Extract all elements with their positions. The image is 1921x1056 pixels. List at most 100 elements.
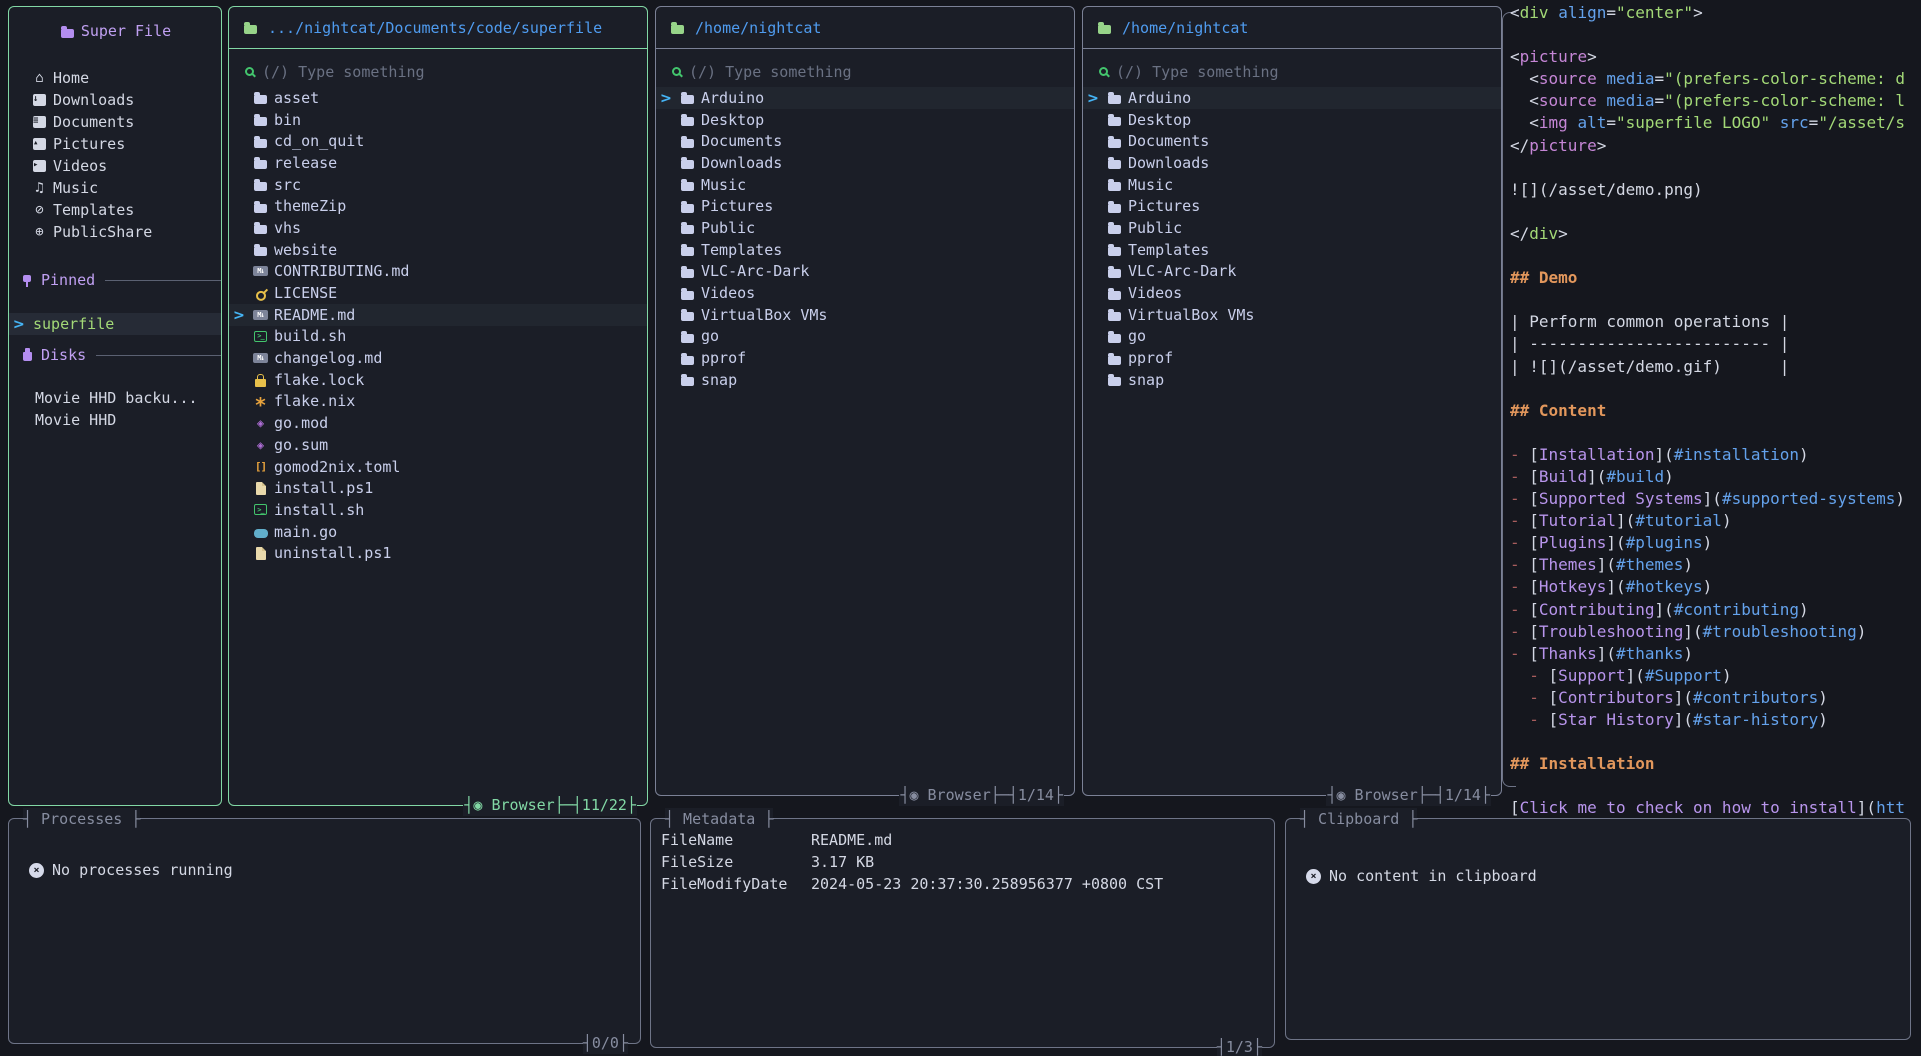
preview-line: </picture> — [1510, 135, 1921, 157]
file-row[interactable]: themeZip — [229, 195, 647, 217]
file-name: go.mod — [274, 414, 328, 432]
app-title: Super File — [81, 22, 171, 40]
file-row[interactable]: Templates — [1083, 239, 1501, 261]
file-row[interactable]: go — [1083, 326, 1501, 348]
sidebar-panel: Super File ⌂Home↓Downloads≡Documents▴Pic… — [8, 6, 222, 806]
file-row[interactable]: VLC-Arc-Dark — [1083, 261, 1501, 283]
sidebar-item-music[interactable]: ♫Music — [9, 177, 221, 199]
preview-line — [1510, 422, 1921, 444]
search-placeholder: (/) Type something — [689, 63, 852, 81]
nix-icon: * — [252, 393, 269, 409]
file-row[interactable]: ◈go.sum — [229, 434, 647, 456]
file-row[interactable]: Templates — [656, 239, 1074, 261]
folder-icon — [252, 112, 269, 128]
file-row[interactable]: flake.lock — [229, 369, 647, 391]
pinned-item-superfile[interactable]: >superfile — [9, 313, 221, 335]
sidebar-item-downloads[interactable]: ↓Downloads — [9, 89, 221, 111]
file-name: bin — [274, 111, 301, 129]
disk-item[interactable]: Movie HHD backu... — [9, 387, 221, 409]
metadata-title: ┤ Metadata ├ — [665, 808, 773, 830]
file-row[interactable]: Desktop — [1083, 109, 1501, 131]
sidebar-item-documents[interactable]: ≡Documents — [9, 111, 221, 133]
file-row[interactable]: snap — [1083, 369, 1501, 391]
preview-line: - [Plugins](#plugins) — [1510, 532, 1921, 554]
file-name: changelog.md — [274, 349, 382, 367]
file-row[interactable]: go — [656, 326, 1074, 348]
file-row[interactable]: pprof — [1083, 347, 1501, 369]
file-row[interactable]: VLC-Arc-Dark — [656, 261, 1074, 283]
file-row[interactable]: asset — [229, 87, 647, 109]
disk-item[interactable]: Movie HHD — [9, 409, 221, 431]
file-row[interactable]: Public — [1083, 217, 1501, 239]
brackets-icon: [] — [252, 459, 269, 475]
file-row[interactable]: release — [229, 152, 647, 174]
app-title-row: Super File — [9, 19, 221, 43]
home-icon: ⌂ — [31, 70, 48, 86]
sidebar-item-publicshare[interactable]: ⊕PublicShare — [9, 221, 221, 243]
file-name: Templates — [1128, 241, 1209, 259]
pinned-item-label: superfile — [33, 315, 114, 333]
file-row[interactable]: install.ps1 — [229, 477, 647, 499]
file-row[interactable]: LICENSE — [229, 282, 647, 304]
file-name: Desktop — [701, 111, 764, 129]
file-row[interactable]: Music — [1083, 174, 1501, 196]
file-row[interactable]: Pictures — [656, 195, 1074, 217]
file-row[interactable]: ◈go.mod — [229, 412, 647, 434]
file-row[interactable]: Videos — [656, 282, 1074, 304]
file-row[interactable]: src — [229, 174, 647, 196]
file-row[interactable]: Music — [656, 174, 1074, 196]
folder-icon — [252, 198, 269, 214]
file-row[interactable]: >M↓README.md — [229, 304, 647, 326]
file-name: Pictures — [701, 197, 773, 215]
file-row[interactable]: Documents — [656, 130, 1074, 152]
file-row[interactable]: VirtualBox VMs — [1083, 304, 1501, 326]
file-row[interactable]: Desktop — [656, 109, 1074, 131]
file-name: uninstall.ps1 — [274, 544, 391, 562]
file-row[interactable]: uninstall.ps1 — [229, 542, 647, 564]
file-row[interactable]: >Arduino — [656, 87, 1074, 109]
file-row[interactable]: []gomod2nix.toml — [229, 456, 647, 478]
file-row[interactable]: Documents — [1083, 130, 1501, 152]
file-row[interactable]: Pictures — [1083, 195, 1501, 217]
folder-icon — [252, 155, 269, 171]
folder-icon — [1106, 372, 1123, 388]
panel-path: /home/nightcat — [695, 19, 821, 37]
file-name: go — [1128, 327, 1146, 345]
sidebar-item-templates[interactable]: ⊘Templates — [9, 199, 221, 221]
file-row[interactable]: >_build.sh — [229, 326, 647, 348]
search-input[interactable]: (/) Type something — [1083, 61, 1501, 83]
file-row[interactable]: >_install.sh — [229, 499, 647, 521]
file-row[interactable]: *flake.nix — [229, 391, 647, 413]
file-row[interactable]: website — [229, 239, 647, 261]
file-row[interactable]: cd_on_quit — [229, 130, 647, 152]
clipboard-empty-row: × No content in clipboard — [1286, 867, 1910, 885]
disks-section-header: Disks — [9, 344, 221, 366]
file-row[interactable]: Public — [656, 217, 1074, 239]
file-list: asset bincd_on_quitreleasesrcthemeZipvhsw… — [229, 87, 647, 564]
file-row[interactable]: Downloads — [1083, 152, 1501, 174]
panel-footer-browser-mode: ┤◉ Browser├─┤1/14├ — [1326, 784, 1491, 806]
sidebar-item-videos[interactable]: ▸Videos — [9, 155, 221, 177]
search-input[interactable]: (/) Type something — [656, 61, 1074, 83]
file-row[interactable]: vhs — [229, 217, 647, 239]
file-row[interactable]: bin — [229, 109, 647, 131]
preview-line: - [Hotkeys](#hotkeys) — [1510, 576, 1921, 598]
metadata-key: FileName — [661, 831, 811, 849]
file-name: Music — [1128, 176, 1173, 194]
file-name: Templates — [701, 241, 782, 259]
file-row[interactable]: main.go — [229, 521, 647, 543]
file-row[interactable]: VirtualBox VMs — [656, 304, 1074, 326]
file-row[interactable]: Downloads — [656, 152, 1074, 174]
file-name: Videos — [701, 284, 755, 302]
folder-icon — [679, 372, 696, 388]
search-input[interactable]: (/) Type something — [229, 61, 647, 83]
file-row[interactable]: Videos — [1083, 282, 1501, 304]
sidebar-item-pictures[interactable]: ▴Pictures — [9, 133, 221, 155]
file-row[interactable]: M↓changelog.md — [229, 347, 647, 369]
file-row[interactable]: pprof — [656, 347, 1074, 369]
processes-empty-text: No processes running — [52, 861, 233, 879]
file-row[interactable]: >Arduino — [1083, 87, 1501, 109]
sidebar-item-home[interactable]: ⌂Home — [9, 67, 221, 89]
file-row[interactable]: M↓CONTRIBUTING.md — [229, 261, 647, 283]
file-row[interactable]: snap — [656, 369, 1074, 391]
